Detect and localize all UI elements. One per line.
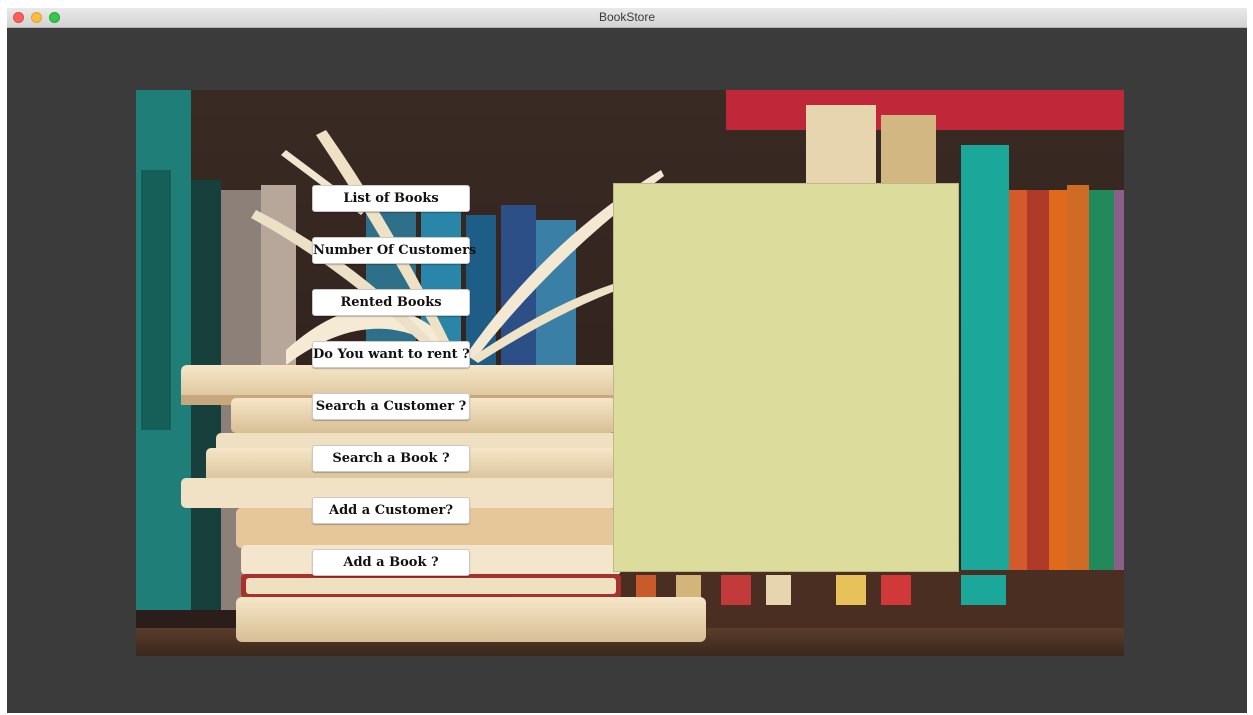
rent-book-button[interactable]: Do You want to rent ? (312, 341, 470, 368)
bookshelf-background-image: List of Books Number Of Customers Rented… (136, 90, 1124, 656)
add-customer-button[interactable]: Add a Customer? (312, 497, 470, 524)
search-book-button[interactable]: Search a Book ? (312, 445, 470, 472)
add-book-button[interactable]: Add a Book ? (312, 549, 470, 576)
window-title: BookStore (598, 10, 656, 24)
window-content: List of Books Number Of Customers Rented… (7, 28, 1247, 713)
rented-books-button[interactable]: Rented Books (312, 289, 470, 316)
search-customer-button[interactable]: Search a Customer ? (312, 393, 470, 420)
number-of-customers-button[interactable]: Number Of Customers (312, 237, 476, 264)
list-of-books-button[interactable]: List of Books (312, 185, 470, 212)
title-bar[interactable]: BookStore (7, 8, 1247, 28)
bookstore-window: BookStore List of Books Number Of Custom… (7, 8, 1247, 713)
output-panel[interactable] (613, 183, 959, 572)
